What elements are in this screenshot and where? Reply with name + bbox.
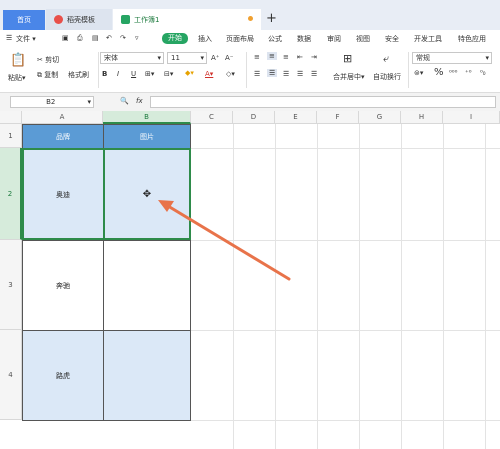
toolbar-divider (408, 52, 409, 88)
menu-view[interactable]: 视图 (356, 34, 370, 44)
distribute-icon[interactable]: ☰ (311, 70, 317, 78)
align-left-icon[interactable]: ☰ (254, 70, 260, 78)
tab-home[interactable]: 首页 (3, 10, 45, 30)
tab-template-label: 稻壳模板 (67, 15, 95, 24)
ribbon-toolbar: 📋 粘贴▾ ✂ 剪切 ⧉ 复制 格式刷 宋体 ▾ 11 ▾ A⁺ A⁻ B I U … (0, 47, 500, 93)
toolbar-divider (246, 52, 247, 88)
tab-workbook[interactable]: 工作簿1 (113, 9, 261, 30)
menu-features[interactable]: 特色应用 (458, 34, 486, 44)
chevron-down-icon: ▾ (157, 54, 161, 62)
thousands-separator-icon[interactable]: ⁰⁰⁰ (449, 69, 457, 77)
percent-icon[interactable]: % (434, 67, 444, 78)
formula-input[interactable] (150, 96, 496, 108)
currency-icon[interactable]: ⊜▾ (414, 69, 423, 77)
italic-button[interactable]: I (117, 70, 119, 78)
font-color-icon[interactable]: A▾ (205, 70, 213, 78)
new-tab-button[interactable]: + (266, 11, 277, 26)
number-format-value: 常规 (416, 54, 430, 62)
align-middle-icon[interactable]: ≡ (267, 52, 277, 60)
print-icon[interactable]: ⎙ (77, 34, 83, 43)
chevron-down-icon: ▾ (485, 54, 489, 62)
undo-icon[interactable]: ↶ (106, 34, 112, 42)
save-icon[interactable]: ▣ (62, 34, 69, 42)
merge-center-button[interactable]: 合并居中▾ (333, 72, 365, 82)
align-center-icon[interactable]: ☰ (267, 69, 278, 77)
copy-button[interactable]: ⧉ 复制 (37, 70, 58, 80)
copy-label: 复制 (44, 71, 59, 79)
menu-start[interactable]: 开始 (162, 33, 188, 44)
menu-page-layout[interactable]: 页面布局 (226, 34, 254, 44)
zoom-search-icon[interactable]: 🔍 (120, 97, 129, 105)
menu-insert[interactable]: 插入 (198, 34, 212, 44)
spreadsheet-grid: A B C D E F G H I 1 2 3 4 品牌 图片 奥迪 ✥ 奔驰 … (0, 111, 500, 449)
wrap-text-icon[interactable]: ⤶ (383, 52, 389, 66)
format-painter-button[interactable]: 格式刷 (68, 70, 89, 80)
annotation-arrow-icon (158, 200, 291, 281)
tab-template[interactable]: 稻壳模板 (46, 9, 112, 30)
underline-button[interactable]: U (131, 70, 136, 78)
cut-button[interactable]: ✂ 剪切 (37, 55, 59, 65)
merge-small-icon[interactable]: ⊟▾ (164, 70, 173, 78)
number-format-select[interactable]: 常规 ▾ (412, 52, 492, 64)
menu-developer[interactable]: 开发工具 (414, 34, 442, 44)
menu-data[interactable]: 数据 (297, 34, 311, 44)
chevron-down-icon: ▾ (200, 54, 204, 62)
name-box-value: B2 (46, 98, 56, 106)
paste-label: 粘贴 (8, 74, 22, 82)
formula-bar: B2 ▾ 🔍 fx (0, 93, 500, 111)
menu-file[interactable]: 文件 ▾ (16, 34, 36, 44)
tab-bar: 首页 稻壳模板 工作簿1 + (0, 0, 500, 30)
customize-quick-access-icon[interactable]: ▿ (135, 34, 139, 42)
align-top-icon[interactable]: ≡ (254, 53, 260, 61)
clear-format-icon[interactable]: ◇▾ (226, 70, 235, 78)
name-box[interactable]: B2 ▾ (10, 96, 94, 108)
insert-function-icon[interactable]: fx (136, 97, 143, 105)
increase-font-icon[interactable]: A⁺ (211, 54, 219, 62)
font-name-value: 宋体 (104, 54, 118, 62)
font-size-select[interactable]: 11 ▾ (167, 52, 207, 64)
unsaved-dot-icon (248, 16, 253, 21)
indent-increase-icon[interactable]: ⇥ (311, 53, 317, 61)
cut-label: 剪切 (45, 56, 60, 64)
decrease-decimal-icon[interactable]: ⁰₀ (480, 69, 486, 77)
merge-center-label: 合并居中 (333, 73, 361, 81)
align-right-icon[interactable]: ☰ (283, 70, 289, 78)
align-bottom-icon[interactable]: ≡ (283, 53, 289, 61)
print-preview-icon[interactable]: ▤ (92, 34, 99, 42)
font-name-select[interactable]: 宋体 ▾ (100, 52, 164, 64)
increase-decimal-icon[interactable]: ⁺⁰ (465, 69, 472, 77)
font-size-value: 11 (171, 54, 180, 62)
paste-icon[interactable]: 📋 (10, 53, 26, 68)
bold-button[interactable]: B (102, 70, 107, 78)
menu-formula[interactable]: 公式 (268, 34, 282, 44)
justify-icon[interactable]: ☰ (297, 70, 303, 78)
merge-center-icon[interactable]: ⊞ (343, 52, 352, 65)
menu-security[interactable]: 安全 (385, 34, 399, 44)
toolbar-divider (98, 52, 99, 88)
decrease-font-icon[interactable]: A⁻ (225, 54, 233, 62)
menu-bar: ☰ 文件 ▾ ▣ ⎙ ▤ ↶ ↷ ▿ 开始 插入 页面布局 公式 数据 审阅 视… (0, 30, 500, 47)
indent-decrease-icon[interactable]: ⇤ (297, 53, 303, 61)
daoke-logo-icon (54, 15, 63, 24)
fill-color-icon[interactable]: ◆▾ (185, 69, 194, 77)
chevron-down-icon: ▾ (87, 98, 91, 106)
redo-icon[interactable]: ↷ (120, 34, 126, 42)
tab-workbook-label: 工作簿1 (134, 15, 160, 24)
menu-file-label: 文件 (16, 35, 30, 43)
wrap-text-button[interactable]: 自动换行 (373, 72, 401, 82)
hamburger-icon[interactable]: ☰ (6, 34, 12, 42)
border-icon[interactable]: ⊞▾ (145, 70, 154, 78)
menu-review[interactable]: 审阅 (327, 34, 341, 44)
sheet-file-icon (121, 15, 130, 24)
paste-button[interactable]: 粘贴▾ (8, 73, 26, 83)
